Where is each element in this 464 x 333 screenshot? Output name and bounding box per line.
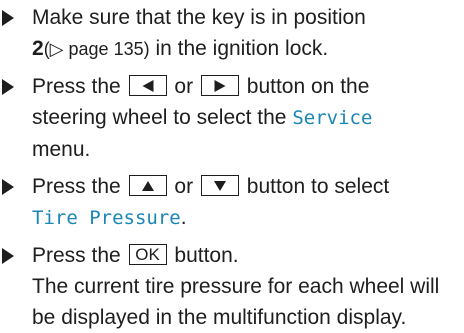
instruction-list: Make sure that the key is in position 2(… [0, 0, 464, 329]
ok-key-label: OK [135, 245, 160, 265]
step-text: button. [174, 244, 239, 267]
step-text: Press the [32, 75, 121, 98]
bullet-icon [2, 179, 14, 195]
step-press-ok: Press the OK button. The current tire pr… [0, 240, 464, 333]
step-select-tire-pressure: Press the or button to select Tire Press… [0, 171, 464, 234]
step-text: in the ignition lock. [149, 37, 329, 60]
menu-name-tire-pressure: Tire Pressure [32, 207, 181, 229]
ok-key-icon: OK [128, 244, 167, 266]
right-triangle-glyph [214, 79, 226, 92]
step-line: Make sure that the key is in position [32, 2, 464, 33]
step-line: Press the or button on the [32, 71, 464, 102]
step-text: menu. [32, 138, 91, 161]
step-line: 2(▷ page 135) in the ignition lock. [32, 33, 464, 65]
step-ignition-position: Make sure that the key is in position 2(… [0, 2, 464, 65]
step-text: Make sure that the key is in position [32, 6, 366, 29]
step-text: or [174, 175, 194, 198]
step-result-line: The current tire pressure for each wheel… [32, 271, 464, 302]
page-reference: (▷ page 135) [43, 39, 150, 59]
right-arrow-key-icon [200, 75, 239, 97]
ignition-position-number: 2 [32, 37, 44, 60]
down-arrow-key-icon [200, 175, 239, 197]
step-text: . [180, 206, 187, 229]
step-result-line: be displayed in the multifunction displa… [32, 302, 464, 333]
left-triangle-glyph [142, 79, 154, 92]
step-line: Press the or button to select [32, 171, 464, 202]
bullet-icon [2, 79, 14, 95]
step-result-text: The current tire pressure for each wheel… [32, 275, 440, 298]
left-arrow-key-icon [128, 75, 167, 97]
step-line: Tire Pressure. [32, 202, 464, 234]
up-triangle-glyph [141, 180, 154, 191]
down-triangle-glyph [213, 180, 226, 191]
step-line: Press the OK button. [32, 240, 464, 271]
step-text: Press the [32, 175, 121, 198]
step-result-text: be displayed in the multifunction displa… [32, 306, 407, 329]
step-select-service-menu: Press the or button on the steering whee… [0, 71, 464, 165]
step-text: Press the [32, 244, 121, 267]
step-text: button to select [246, 175, 390, 198]
step-text: or [174, 75, 194, 98]
step-text: steering wheel to select the [32, 106, 287, 129]
up-arrow-key-icon [128, 175, 167, 197]
step-line: steering wheel to select the Service [32, 102, 464, 134]
bullet-icon [2, 10, 14, 26]
step-line: menu. [32, 134, 464, 165]
menu-name-service: Service [292, 107, 373, 129]
step-text: button on the [246, 75, 370, 98]
bullet-icon [2, 248, 14, 264]
